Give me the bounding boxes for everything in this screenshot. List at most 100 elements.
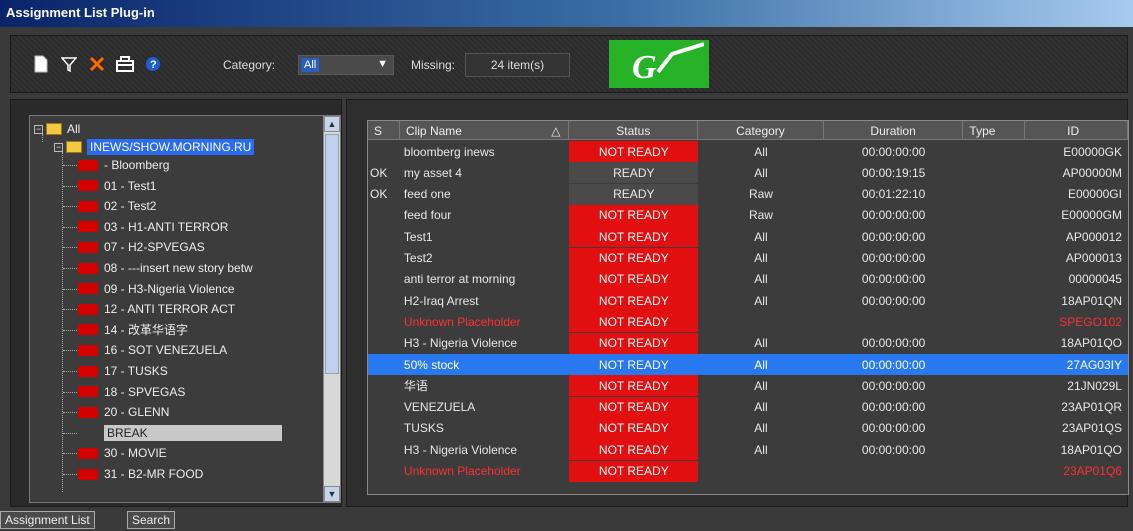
column-header-type[interactable]: Type — [963, 121, 1026, 140]
cell-status: NOT READY — [569, 460, 699, 482]
tree-item-label: 17 - TUSKS — [104, 364, 168, 378]
cell-clip-name: H3 - Nigeria Violence — [403, 442, 518, 457]
cell-id: 18AP01QN — [1061, 293, 1122, 308]
category-dropdown[interactable]: All ▼ — [298, 55, 394, 75]
cell-type — [963, 354, 1025, 375]
table-row[interactable]: bloomberg inews NOT READY All 00:00:00:00 E0… — [368, 141, 1128, 162]
status-flag-icon — [78, 468, 98, 480]
cell-category: All — [754, 336, 768, 351]
cell-duration: 00:00:00:00 — [861, 421, 926, 436]
tree-item[interactable]: 03 - H1-ANTI TERROR — [78, 218, 228, 236]
tree-item[interactable]: - Bloomberg — [78, 156, 169, 174]
tree-item[interactable]: 02 - Test2 — [78, 197, 156, 215]
tree-item[interactable]: 12 - ANTI TERROR ACT — [78, 300, 235, 318]
missing-label: Missing: — [411, 58, 456, 72]
column-header-id[interactable]: ID — [1025, 121, 1128, 140]
collapse-icon[interactable]: − — [54, 142, 63, 152]
cell-id: 23AP01Q6 — [1063, 464, 1122, 478]
tab-assignment-list[interactable]: Assignment List — [0, 511, 95, 529]
column-header-duration[interactable]: Duration — [824, 121, 964, 140]
tree-item[interactable]: BREAK — [104, 424, 282, 442]
cell-s — [368, 226, 400, 247]
toolbox-icon[interactable] — [115, 54, 135, 74]
tree-item[interactable]: 08 - ---insert new story betw — [78, 259, 253, 277]
cell-clip-name: anti terror at morning — [403, 272, 516, 287]
table-row[interactable]: Test2 NOT READY All 00:00:00:00 AP000013 — [368, 247, 1128, 269]
cell-s: OK — [370, 165, 388, 180]
clip-grid[interactable]: S Clip Name △ Status Category Duration T… — [367, 120, 1129, 495]
assignment-tree[interactable]: − All − INEWS/SHOW.MORNING.RU - Bloomber… — [29, 115, 341, 503]
cell-id: E00000GM — [1061, 208, 1122, 223]
table-row[interactable]: OK my asset 4 READY All 00:00:19:15 AP00000M — [368, 162, 1128, 184]
delete-icon[interactable] — [87, 54, 107, 74]
tree-item[interactable]: 16 - SOT VENEZUELA — [78, 341, 227, 359]
tree-panel: − All − INEWS/SHOW.MORNING.RU - Bloomber… — [10, 99, 342, 507]
cell-duration: 00:00:00:00 — [861, 336, 926, 351]
column-header-s[interactable]: S — [368, 121, 400, 140]
cell-category: Raw — [748, 208, 773, 223]
cell-s — [368, 269, 400, 290]
filter-icon[interactable] — [59, 54, 79, 74]
table-row[interactable]: 50% stock NOT READY All 00:00:00:00 27AG03IY — [368, 354, 1128, 375]
cell-id: 23AP01QS — [1061, 421, 1122, 436]
missing-count: 24 item(s) — [465, 53, 570, 77]
cell-s — [368, 311, 400, 332]
collapse-icon[interactable]: − — [34, 124, 43, 134]
tree-item[interactable]: 07 - H2-SPVEGAS — [78, 238, 205, 256]
table-row[interactable]: H2-Iraq Arrest NOT READY All 00:00:00:00 18A… — [368, 290, 1128, 312]
tree-item-label: 01 - Test1 — [104, 178, 157, 193]
cell-category: All — [754, 251, 768, 265]
status-flag-icon — [78, 303, 98, 315]
scroll-up-icon[interactable]: ▲ — [324, 116, 340, 132]
table-row[interactable]: Unknown Placeholder NOT READY 23AP01Q6 — [368, 460, 1128, 482]
help-icon[interactable]: ? — [143, 54, 163, 74]
cell-id: E00000GI — [1067, 187, 1122, 202]
scroll-thumb[interactable] — [325, 134, 339, 374]
cell-clip-name: bloomberg inews — [403, 144, 495, 159]
cell-status: NOT READY — [569, 332, 699, 354]
tab-search[interactable]: Search — [127, 511, 176, 529]
column-header-status[interactable]: Status — [569, 121, 699, 140]
scroll-down-icon[interactable]: ▼ — [324, 486, 340, 502]
new-document-icon[interactable] — [31, 54, 51, 74]
tree-item[interactable]: 18 - SPVEGAS — [78, 383, 185, 401]
table-row[interactable]: TUSKS NOT READY All 00:00:00:00 23AP01QS — [368, 417, 1128, 439]
column-header-clip-name[interactable]: Clip Name △ — [400, 121, 570, 140]
cell-category — [698, 311, 824, 332]
tree-item-label: 30 - MOVIE — [104, 446, 167, 461]
toolbar: ? Category: All ▼ Missing: 24 item(s) G — [10, 35, 1128, 93]
tree-node-root[interactable]: − All — [34, 120, 80, 138]
tree-item[interactable]: 31 - B2-MR FOOD — [78, 465, 203, 483]
table-row[interactable]: OK feed one READY Raw 00:01:22:10 E00000GI — [368, 183, 1128, 205]
tree-item[interactable]: 01 - Test1 — [78, 177, 156, 195]
tree-scrollbar[interactable]: ▲ ▼ — [323, 116, 340, 502]
cell-duration: 00:01:22:10 — [861, 187, 926, 202]
tree-item-label: 07 - H2-SPVEGAS — [104, 240, 205, 255]
table-row[interactable]: 华语 NOT READY All 00:00:00:00 21JN029L — [368, 375, 1128, 397]
cell-duration: 00:00:00:00 — [861, 293, 926, 308]
tree-node-show[interactable]: − INEWS/SHOW.MORNING.RU — [54, 138, 255, 156]
table-row[interactable]: VENEZUELA NOT READY All 00:00:00:00 23AP01QR — [368, 396, 1128, 418]
table-row[interactable]: feed four NOT READY Raw 00:00:00:00 E00000GM — [368, 204, 1128, 226]
tree-item[interactable]: 17 - TUSKS — [78, 362, 168, 380]
tree-item-label: 18 - SPVEGAS — [104, 384, 186, 399]
tree-item[interactable]: 20 - GLENN — [78, 403, 169, 421]
tree-item[interactable]: 30 - MOVIE — [78, 444, 167, 462]
table-row[interactable]: anti terror at morning NOT READY All 00:00:… — [368, 268, 1128, 290]
cell-status: NOT READY — [569, 268, 699, 290]
cell-id: 27AG03IY — [1066, 357, 1122, 372]
cell-clip-name: Unknown Placeholder — [403, 464, 521, 478]
table-row[interactable]: H3 - Nigeria Violence NOT READY All 00:00:0… — [368, 332, 1128, 354]
cell-clip-name: Test2 — [403, 251, 433, 265]
table-row[interactable]: Test1 NOT READY All 00:00:00:00 AP000012 — [368, 226, 1128, 248]
table-row[interactable]: H3 - Nigeria Violence NOT READY All 00:00:0… — [368, 439, 1128, 461]
tree-node-label: All — [67, 122, 81, 136]
table-row[interactable]: Unknown Placeholder NOT READY SPEGO102 — [368, 311, 1128, 333]
svg-text:?: ? — [150, 59, 157, 71]
cell-type — [963, 269, 1025, 290]
column-header-category[interactable]: Category — [698, 121, 824, 140]
tree-item-label: 09 - H3-Nigeria Violence — [104, 281, 235, 296]
tree-item[interactable]: 09 - H3-Nigeria Violence — [78, 280, 235, 298]
sort-ascending-icon: △ — [551, 123, 561, 138]
tree-item[interactable]: 14 - 改革华语字 — [78, 321, 188, 339]
